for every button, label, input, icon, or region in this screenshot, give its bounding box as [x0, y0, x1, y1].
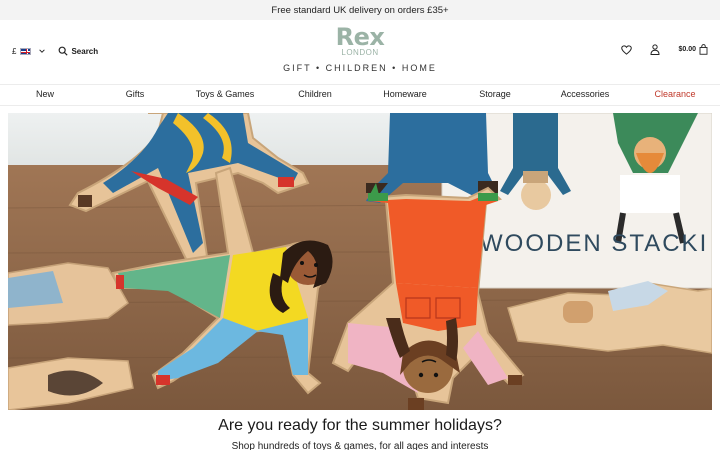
logo-london: LONDON — [341, 48, 379, 57]
wishlist-heart-icon[interactable] — [621, 44, 633, 55]
hero-banner[interactable]: WOODEN STACKI — [8, 113, 712, 410]
main-nav: New Gifts Toys & Games Children Homeware… — [0, 84, 720, 106]
promo-bar: Free standard UK delivery on orders £35+ — [0, 0, 720, 20]
promo-text: Free standard UK delivery on orders £35+ — [271, 4, 449, 16]
logo-tagline: GIFT • CHILDREN • HOME — [283, 63, 437, 73]
cart-total: $0.00 — [678, 46, 696, 53]
nav-item-storage[interactable]: Storage — [479, 89, 511, 99]
nav-item-toys-games[interactable]: Toys & Games — [196, 89, 255, 99]
logo-rex: Rex — [335, 23, 385, 51]
nav-item-clearance[interactable]: Clearance — [654, 89, 695, 99]
stacking-figure-lying-left — [8, 262, 129, 326]
hero-caption: Are you ready for the summer holidays? S… — [8, 410, 712, 450]
header-right: $0.00 — [621, 44, 708, 55]
site-logo[interactable]: Rex LONDON GIFT • CHILDREN • HOME — [0, 23, 720, 73]
account-user-icon[interactable] — [650, 44, 660, 55]
shopping-bag-icon — [699, 44, 708, 55]
cart-button[interactable]: $0.00 — [678, 44, 708, 55]
hero-subheading: Shop hundreds of toys & games, for all a… — [231, 441, 489, 450]
hero-heading: Are you ready for the summer holidays? — [218, 417, 502, 434]
nav-item-new[interactable]: New — [36, 89, 54, 99]
box-print-text: WOODEN STACKI — [480, 230, 708, 257]
nav-item-accessories[interactable]: Accessories — [561, 89, 610, 99]
hero-image: WOODEN STACKI — [8, 113, 712, 410]
nav-item-homeware[interactable]: Homeware — [383, 89, 427, 99]
site-header: £ Search Rex LONDON GIFT • CHILDREN • HO… — [0, 20, 720, 84]
nav-item-children[interactable]: Children — [298, 89, 332, 99]
nav-item-gifts[interactable]: Gifts — [126, 89, 145, 99]
